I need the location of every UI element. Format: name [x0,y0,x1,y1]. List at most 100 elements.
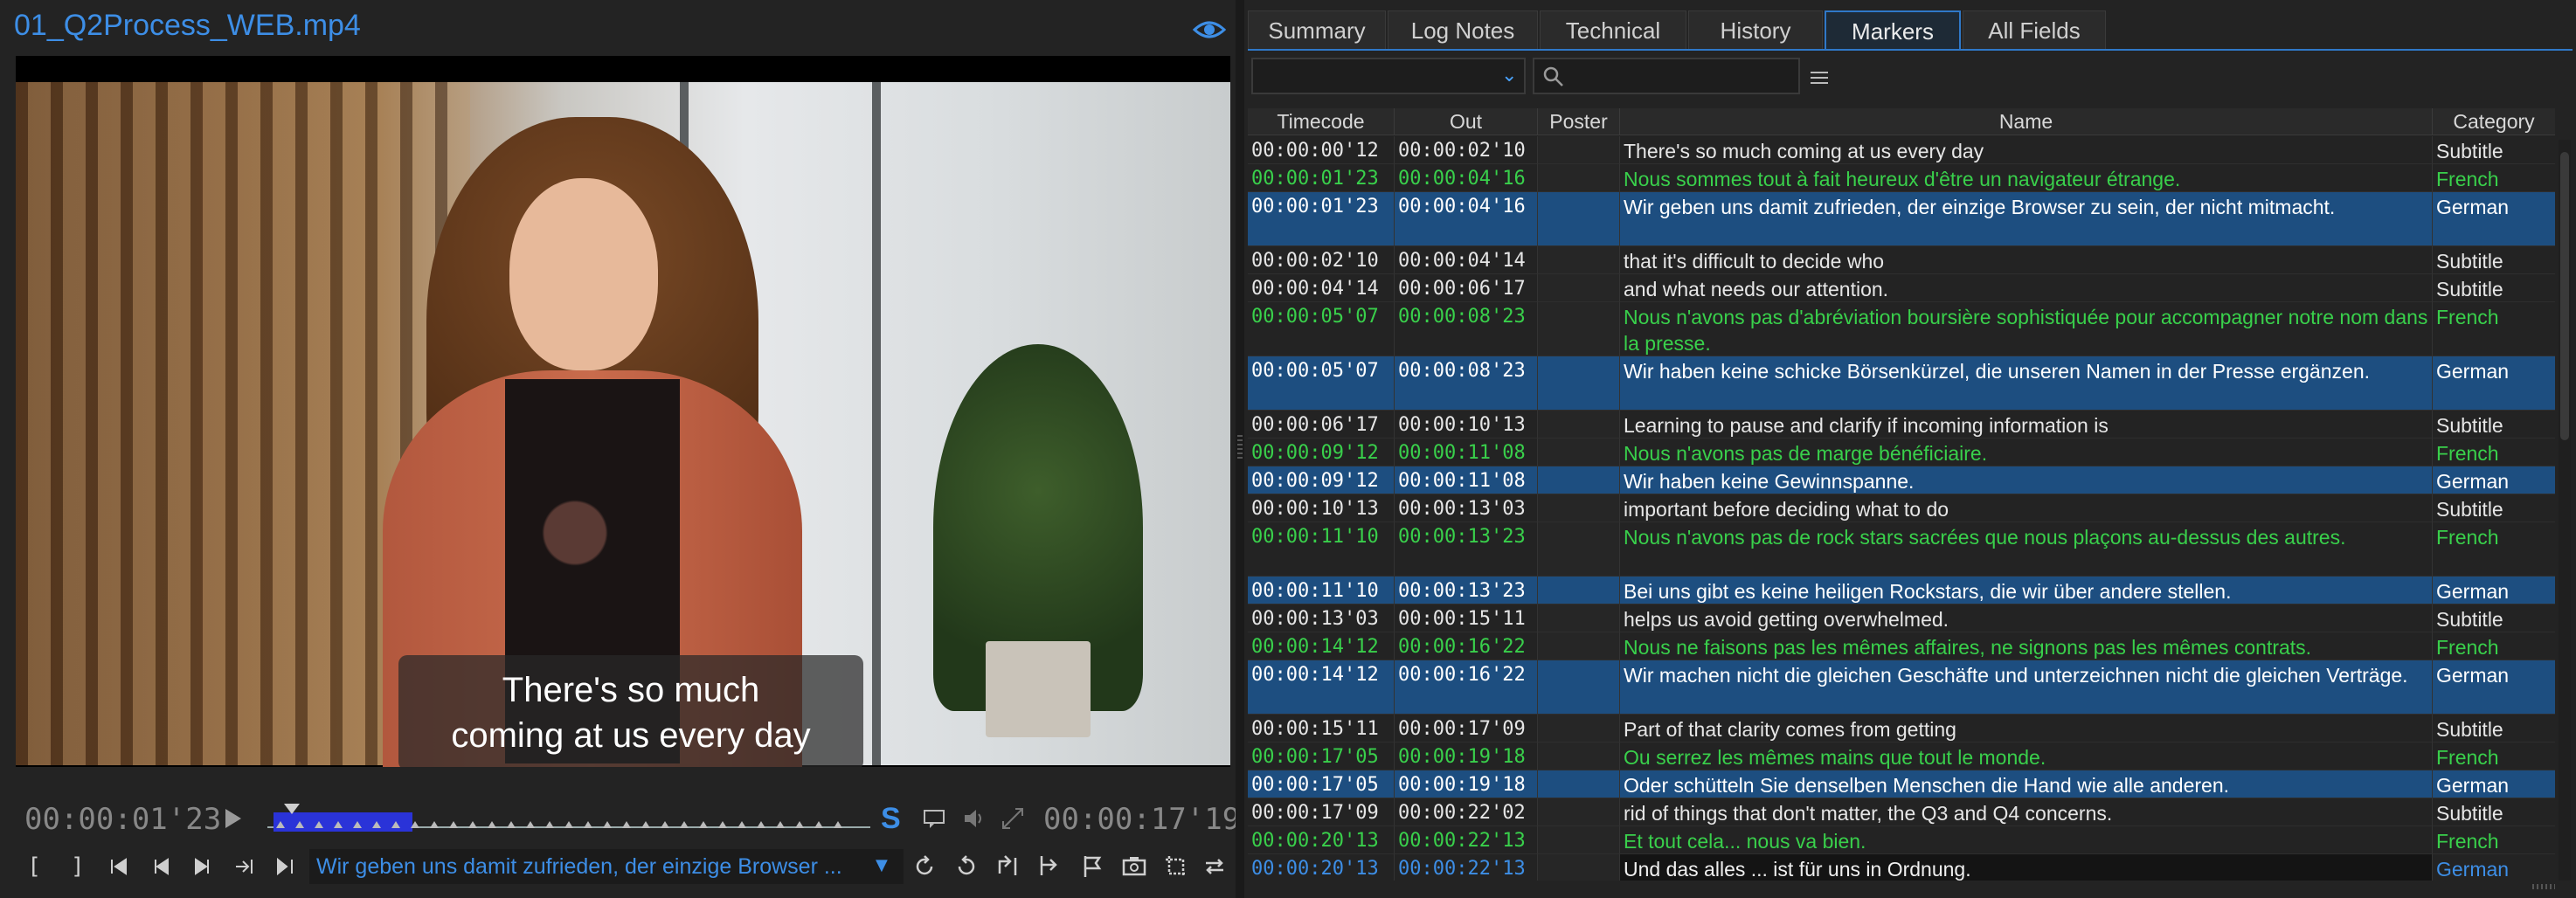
loop-icon[interactable] [1199,851,1230,882]
table-row[interactable]: 00:00:09'12 00:00:11'08 Nous n'avons pas d… [1248,439,2555,466]
table-row[interactable]: 00:00:01'23 00:00:04'16 Wir geben uns dami… [1248,192,2555,246]
timeline-marker-tick[interactable] [391,821,400,828]
resize-grip-icon[interactable] [2532,884,2555,889]
tab-markers[interactable]: Markers [1825,10,1961,49]
step-back-icon[interactable] [145,851,177,882]
timeline-marker-tick[interactable] [488,821,496,828]
marker-name[interactable]: Und das alles ... ist für uns in Ordnung… [1620,854,2433,881]
tab-all-fields[interactable]: All Fields [1963,10,2106,49]
table-row[interactable]: 00:00:01'23 00:00:04'16 Nous sommes tout à… [1248,164,2555,192]
eye-icon[interactable] [1192,12,1227,47]
divider-grip-icon[interactable] [1237,435,1243,461]
table-row[interactable]: 00:00:11'10 00:00:13'23 Bei uns gibt es ke… [1248,577,2555,604]
rotate-left-icon[interactable] [909,851,940,882]
timeline-marker-tick[interactable] [661,821,669,828]
table-row[interactable]: 00:00:04'14 00:00:06'17 and what needs our… [1248,274,2555,302]
timeline-marker-tick[interactable] [680,821,689,828]
table-row[interactable]: 00:00:15'11 00:00:17'09 Part of that clari… [1248,715,2555,743]
table-row[interactable]: 00:00:06'17 00:00:10'13 Learning to pause … [1248,411,2555,439]
table-row[interactable]: 00:00:17'05 00:00:19'18 Oder schütteln Sie… [1248,770,2555,798]
table-row[interactable]: 00:00:17'05 00:00:19'18 Ou serrez les même… [1248,743,2555,770]
timeline-marker-tick[interactable] [622,821,631,828]
timeline-marker-tick[interactable] [834,821,842,828]
table-row[interactable]: 00:00:13'03 00:00:15'11 helps us avoid get… [1248,604,2555,632]
crop-icon[interactable] [1160,851,1192,882]
timeline-marker-tick[interactable] [641,821,650,828]
marker-dropdown[interactable]: Wir geben uns damit zufrieden, der einzi… [309,849,904,884]
timeline-marker-tick[interactable] [776,821,785,828]
timeline-marker-tick[interactable] [603,821,612,828]
timeline-marker-tick[interactable] [295,821,304,828]
insert-marker-icon[interactable] [993,851,1024,882]
table-row[interactable]: 00:00:14'12 00:00:16'22 Wir machen nicht d… [1248,660,2555,715]
snapshot-icon[interactable] [1118,851,1150,882]
table-row[interactable]: 00:00:09'12 00:00:11'08 Wir haben keine Ge… [1248,466,2555,494]
table-row[interactable]: 00:00:05'07 00:00:08'23 Wir haben keine sc… [1248,356,2555,411]
timeline-marker-tick[interactable] [411,821,419,828]
timeline-marker-tick[interactable] [814,821,823,828]
table-row[interactable]: 00:00:02'10 00:00:04'14 that it's difficul… [1248,246,2555,274]
table-row[interactable]: 00:00:20'13 00:00:22'13 Et tout cela... no… [1248,826,2555,854]
scrollbar-thumb[interactable] [2560,152,2569,440]
column-header-category[interactable]: Category [2433,108,2555,135]
flag-icon[interactable] [1077,851,1108,882]
timeline-marker-tick[interactable] [276,821,285,828]
table-row[interactable]: 00:00:20'13 00:00:22'13 Und das alles ... … [1248,854,2555,881]
marker-out-timecode: 00:00:19'18 [1395,770,1538,798]
timeline-marker-tick[interactable] [507,821,516,828]
table-row[interactable]: 00:00:00'12 00:00:02'10 There's so much co… [1248,136,2555,164]
timeline-marker-tick[interactable] [372,821,381,828]
column-header-out[interactable]: Out [1395,108,1538,135]
tab-summary[interactable]: Summary [1248,10,1386,49]
timeline-marker-tick[interactable] [584,821,592,828]
table-row[interactable]: 00:00:11'10 00:00:13'23 Nous n'avons pas d… [1248,522,2555,577]
table-row[interactable]: 00:00:05'07 00:00:08'23 Nous n'avons pas d… [1248,302,2555,356]
playhead[interactable] [283,804,300,814]
tab-history[interactable]: History [1688,10,1823,49]
video-viewer[interactable]: There's so much coming at us every day [16,56,1230,767]
table-row[interactable]: 00:00:17'09 00:00:22'02 rid of things that… [1248,798,2555,826]
search-input[interactable] [1569,61,1791,93]
mark-in-button[interactable]: [ [19,851,51,882]
subtitle-toggle-icon[interactable]: S [881,802,901,836]
timeline-marker-tick[interactable] [699,821,708,828]
category-filter-dropdown[interactable]: ⌄ [1251,58,1526,94]
play-icon[interactable] [224,807,243,830]
timeline-marker-tick[interactable] [334,821,343,828]
hamburger-menu-icon[interactable] [1809,70,1830,86]
timeline-marker-tick[interactable] [564,821,573,828]
timeline-marker-tick[interactable] [449,821,458,828]
timeline-marker-tick[interactable] [757,821,765,828]
current-timecode[interactable]: 00:00:01'23 [24,802,221,837]
tab-technical[interactable]: Technical [1540,10,1686,49]
split-marker-icon[interactable] [1035,851,1066,882]
marker-out-timecode: 00:00:22'13 [1395,854,1538,881]
timeline-marker-tick[interactable] [430,821,439,828]
caption-icon[interactable] [921,805,947,832]
go-to-end-icon[interactable] [269,851,301,882]
vertical-scrollbar[interactable] [2559,140,2571,881]
timeline-marker-tick[interactable] [737,821,746,828]
timeline-marker-tick[interactable] [718,821,727,828]
table-row[interactable]: 00:00:10'13 00:00:13'03 important before d… [1248,494,2555,522]
timeline-scrubber[interactable] [267,804,870,839]
column-header-timecode[interactable]: Timecode [1248,108,1395,135]
tab-log-notes[interactable]: Log Notes [1388,10,1538,49]
marker-search[interactable] [1533,58,1800,94]
go-to-in-icon[interactable] [103,851,135,882]
mark-out-button[interactable]: ] [61,851,93,882]
timeline-marker-tick[interactable] [468,821,477,828]
column-header-name[interactable]: Name [1620,108,2433,135]
volume-icon[interactable] [961,805,987,832]
fullscreen-icon[interactable] [1000,805,1026,832]
timeline-marker-tick[interactable] [795,821,804,828]
go-to-out-icon[interactable] [229,851,260,882]
rotate-right-icon[interactable] [951,851,982,882]
timeline-marker-tick[interactable] [526,821,535,828]
table-row[interactable]: 00:00:14'12 00:00:16'22 Nous ne faisons pa… [1248,632,2555,660]
timeline-marker-tick[interactable] [315,821,323,828]
column-header-poster[interactable]: Poster [1538,108,1620,135]
timeline-marker-tick[interactable] [545,821,554,828]
timeline-marker-tick[interactable] [353,821,362,828]
step-forward-icon[interactable] [187,851,218,882]
